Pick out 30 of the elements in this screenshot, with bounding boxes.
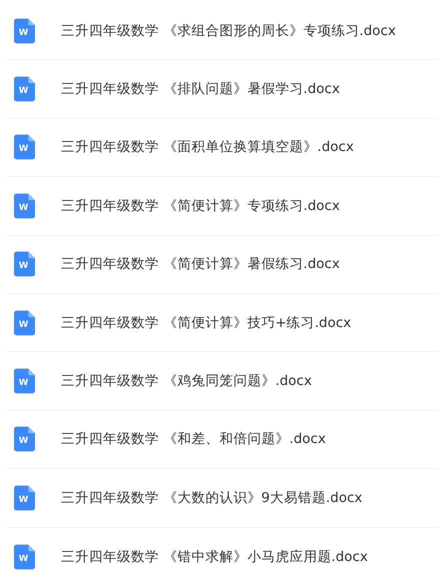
file-name: 三升四年级数学 《排队问题》暑假学习.docx bbox=[61, 80, 340, 98]
word-file-icon: W bbox=[14, 310, 35, 336]
file-name: 三升四年级数学 《简便计算》专项练习.docx bbox=[61, 196, 340, 215]
file-name: 三升四年级数学 《鸡兔同笼问题》.docx bbox=[61, 372, 312, 390]
word-file-icon: W bbox=[14, 76, 35, 102]
file-row[interactable]: W 三升四年级数学 《错中求解》小马虎应用题.docx bbox=[6, 528, 439, 577]
file-row[interactable]: W 三升四年级数学 《简便计算》专项练习.docx bbox=[6, 177, 439, 236]
word-file-icon: W bbox=[14, 484, 35, 511]
file-name: 三升四年级数学 《面积单位换算填空题》.docx bbox=[61, 138, 354, 156]
file-name: 三升四年级数学 《和差、和倍问题》.docx bbox=[61, 430, 326, 448]
file-row[interactable]: W 三升四年级数学 《鸡兔同笼问题》.docx bbox=[6, 352, 439, 411]
word-file-icon: W bbox=[14, 192, 35, 219]
word-file-icon: W bbox=[14, 134, 35, 160]
word-file-icon: W bbox=[14, 544, 35, 570]
file-name: 三升四年级数学 《简便计算》暑假练习.docx bbox=[61, 255, 340, 274]
word-file-icon: W bbox=[14, 368, 35, 394]
file-row[interactable]: W 三升四年级数学 《和差、和倍问题》.docx bbox=[6, 410, 439, 470]
file-name: 三升四年级数学 《求组合图形的周长》专项练习.docx bbox=[61, 22, 396, 40]
file-row[interactable]: W 三升四年级数学 《大数的认识》9大易错题.docx bbox=[6, 469, 439, 528]
file-name: 三升四年级数学 《大数的认识》9大易错题.docx bbox=[61, 488, 362, 507]
word-file-icon: W bbox=[14, 426, 35, 452]
file-row[interactable]: W 三升四年级数学 《求组合图形的周长》专项练习.docx bbox=[6, 2, 439, 60]
file-row[interactable]: W 三升四年级数学 《简便计算》技巧+练习.docx bbox=[6, 294, 439, 352]
file-name: 三升四年级数学 《错中求解》小马虎应用题.docx bbox=[61, 548, 368, 566]
word-file-icon: W bbox=[14, 251, 35, 278]
file-name: 三升四年级数学 《简便计算》技巧+练习.docx bbox=[61, 314, 352, 332]
word-file-icon: W bbox=[14, 18, 35, 44]
file-row[interactable]: W 三升四年级数学 《排队问题》暑假学习.docx bbox=[6, 60, 439, 119]
file-row[interactable]: W 三升四年级数学 《面积单位换算填空题》.docx bbox=[6, 118, 439, 178]
file-row[interactable]: W 三升四年级数学 《简便计算》暑假练习.docx bbox=[6, 236, 439, 294]
